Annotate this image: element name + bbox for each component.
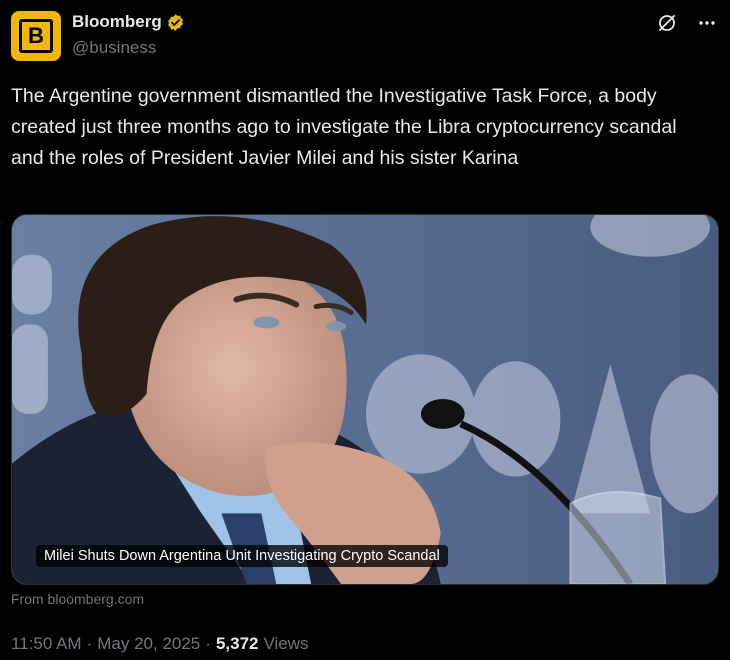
views-count: 5,372 [215, 634, 259, 653]
more-icon[interactable] [696, 12, 718, 34]
grok-icon[interactable] [656, 12, 678, 34]
author-display-name[interactable]: Bloomberg [72, 12, 162, 32]
author-handle[interactable]: @business [72, 38, 156, 58]
avatar[interactable]: B [11, 11, 61, 61]
link-card-image[interactable]: Milei Shuts Down Argentina Unit Investig… [11, 214, 719, 585]
verified-badge-icon [167, 13, 183, 31]
tweet-meta: 11:50 AM · May 20, 2025 · 5,372 Views [11, 634, 309, 654]
meta-separator: · [205, 634, 211, 653]
tweet-actions-top [656, 12, 718, 34]
link-card-headline[interactable]: Milei Shuts Down Argentina Unit Investig… [36, 545, 448, 567]
tweet-time[interactable]: 11:50 AM [11, 634, 82, 654]
avatar-letter: B [19, 19, 53, 53]
tweet: B Bloomberg @business The Argentine gove… [0, 0, 730, 660]
views-label: Views [263, 634, 309, 653]
tweet-text: The Argentine government dismantled the … [11, 85, 677, 169]
news-photo [12, 215, 718, 584]
link-card-source[interactable]: From bloomberg.com [11, 591, 144, 607]
tweet-date[interactable]: May 20, 2025 [97, 634, 200, 654]
author-name-row: Bloomberg [72, 12, 185, 32]
meta-separator: · [86, 634, 93, 653]
